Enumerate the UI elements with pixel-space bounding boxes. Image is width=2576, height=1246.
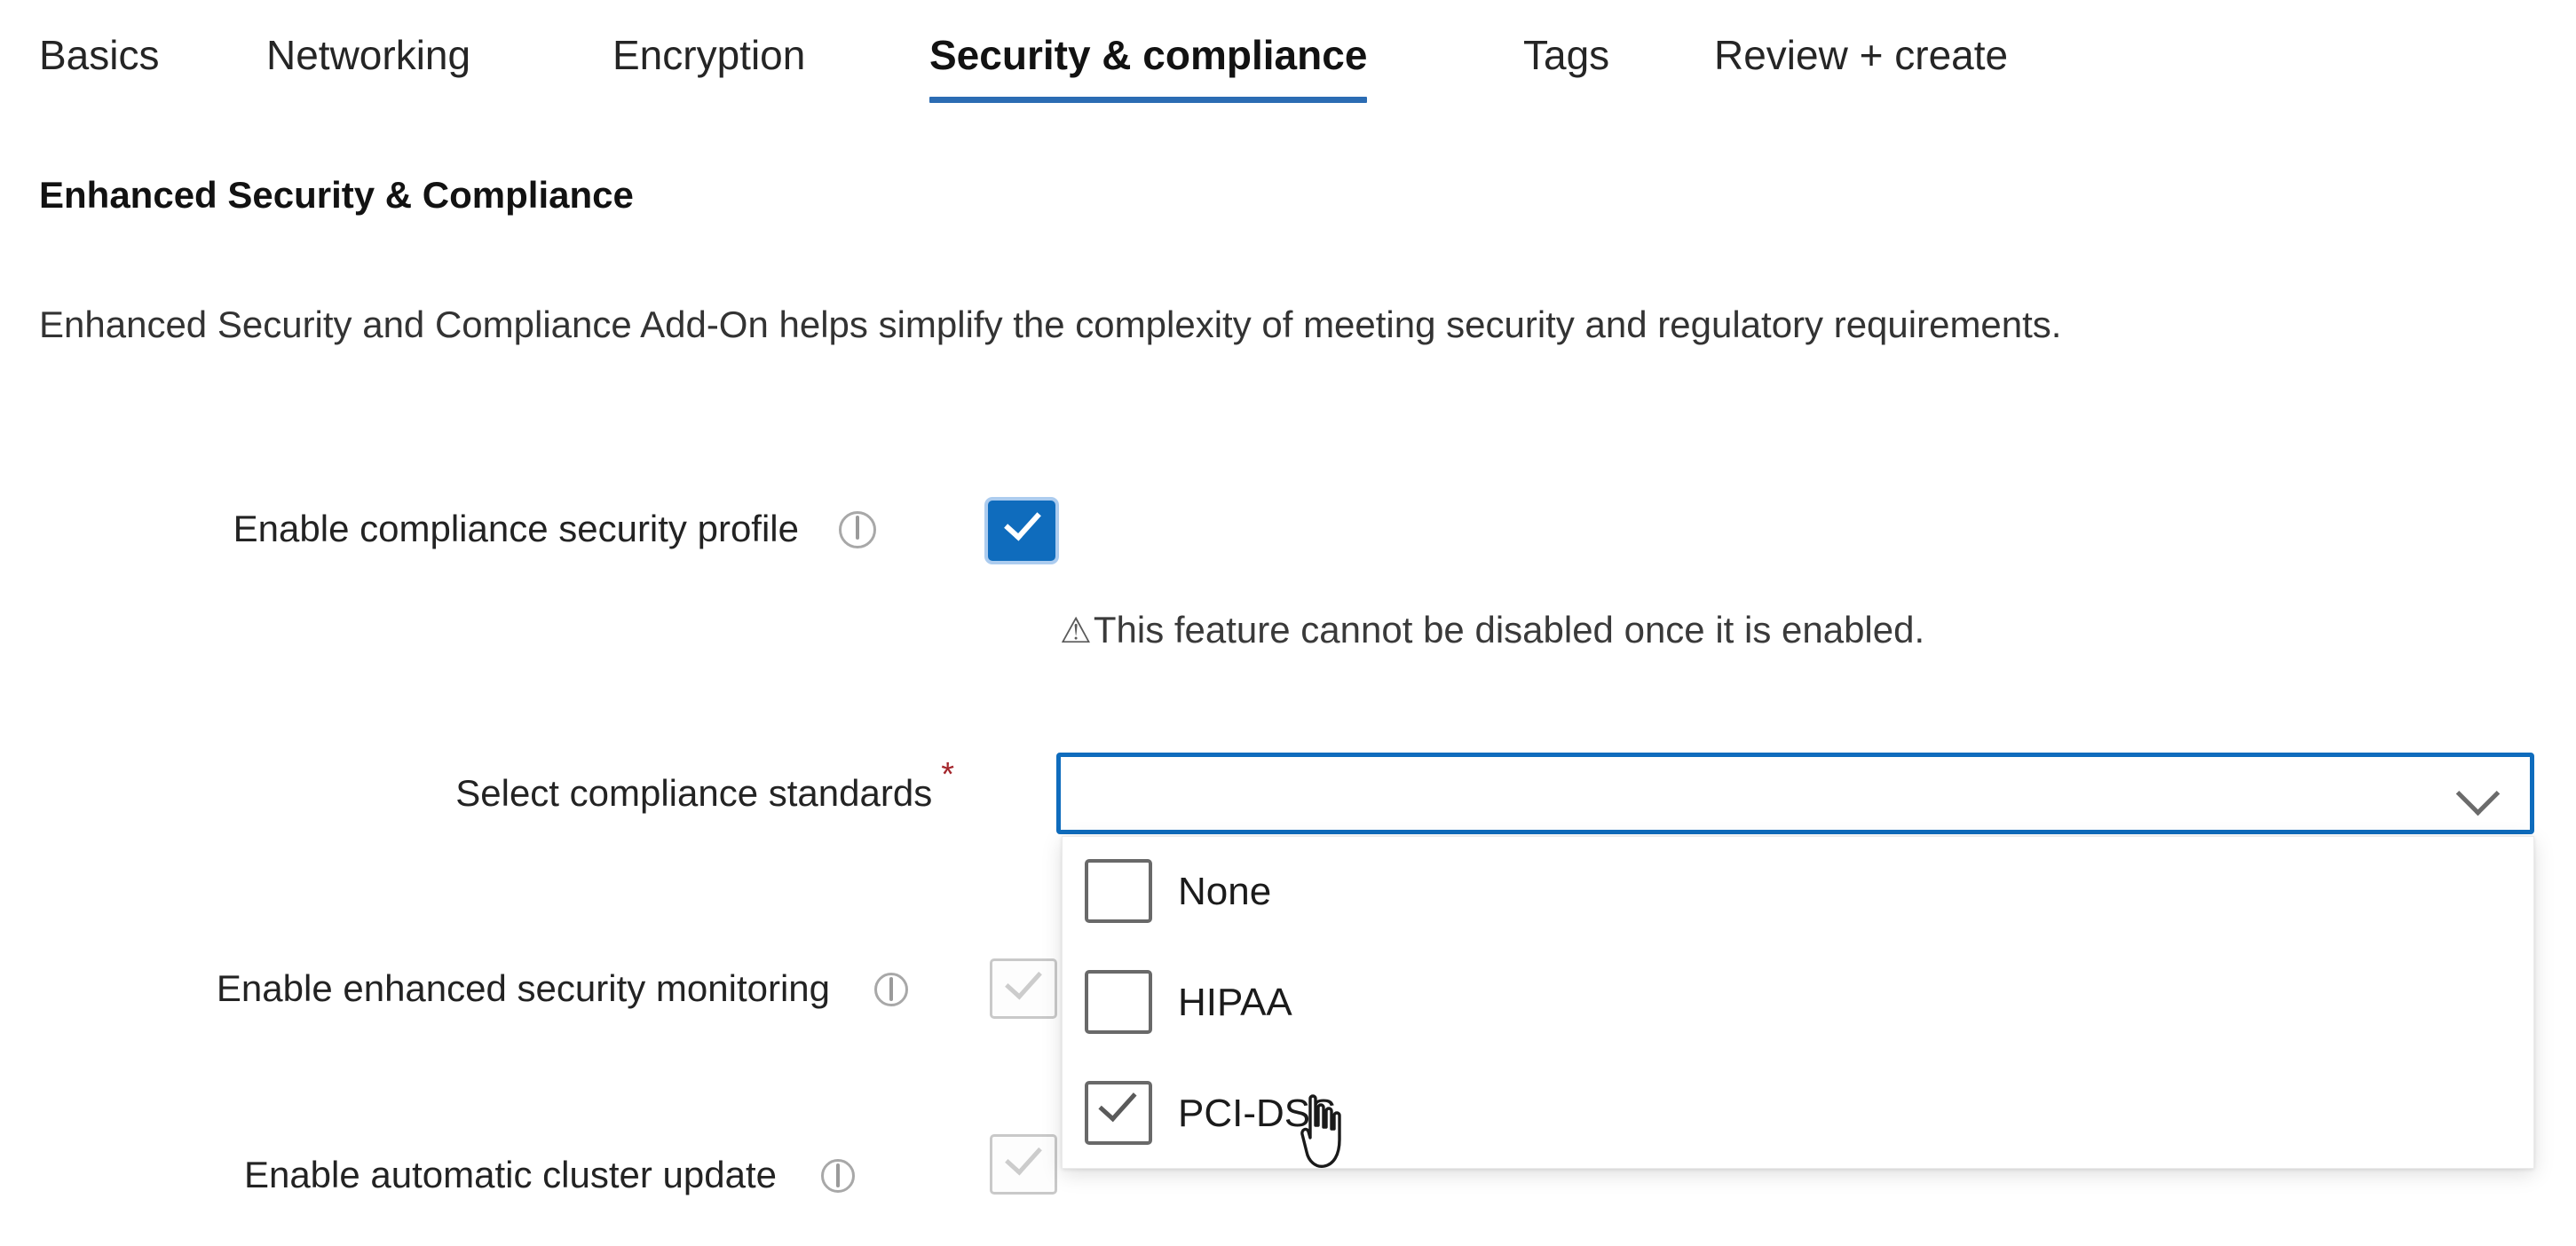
tab-label: Networking (266, 32, 471, 78)
section-description: Enhanced Security and Compliance Add-On … (39, 304, 2062, 345)
tab-encryption[interactable]: Encryption (612, 27, 805, 83)
required-asterisk: * (941, 756, 954, 793)
info-icon[interactable] (821, 1159, 855, 1193)
active-tab-underline (929, 97, 1368, 103)
tab-label: Encryption (612, 32, 806, 78)
label-text: Select compliance standards (455, 772, 933, 814)
compliance-standards-combobox[interactable] (1056, 753, 2534, 834)
field-row-compliance-security-profile: Enable compliance security profile (0, 488, 2576, 570)
checkmark-icon (1004, 502, 1041, 541)
checkbox-enable-enhanced-security-monitoring (990, 958, 1057, 1019)
checkbox-enable-compliance-security-profile[interactable] (988, 501, 1055, 561)
checkbox-option-pci-dss[interactable] (1085, 1081, 1152, 1145)
tab-label: Basics (39, 32, 160, 78)
dropdown-option-label: PCI-DSS (1178, 1092, 1337, 1135)
dropdown-option-label: None (1178, 870, 1272, 913)
dropdown-option-label: HIPAA (1178, 981, 1292, 1024)
tab-networking[interactable]: Networking (266, 27, 470, 83)
tab-review-create[interactable]: Review + create (1714, 27, 2008, 83)
info-icon[interactable] (874, 973, 908, 1006)
warning-triangle-icon: ⚠ (1060, 611, 1092, 651)
section-heading: Enhanced Security & Compliance (39, 174, 634, 216)
checkbox-option-hipaa[interactable] (1085, 970, 1152, 1034)
compliance-standards-dropdown-panel[interactable]: None HIPAA PCI-DSS (1062, 836, 2534, 1169)
label-select-compliance-standards: Select compliance standards * (0, 753, 954, 834)
wizard-tab-strip: Basics Networking Encryption Security & … (0, 0, 2576, 124)
tab-label: Security & compliance (929, 32, 1368, 78)
checkmark-icon (1005, 1137, 1042, 1176)
checkbox-enable-automatic-cluster-update (990, 1134, 1057, 1195)
checkbox-option-none[interactable] (1085, 859, 1152, 923)
chevron-down-icon[interactable] (2462, 778, 2493, 808)
label-enable-enhanced-security-monitoring: Enable enhanced security monitoring (216, 967, 830, 1009)
tab-tags[interactable]: Tags (1523, 27, 1609, 83)
tab-label: Review + create (1714, 32, 2009, 78)
checkmark-icon (1005, 961, 1042, 1000)
checkmark-icon (1098, 1082, 1137, 1123)
label-enable-automatic-cluster-update: Enable automatic cluster update (243, 1154, 777, 1195)
dropdown-option-pci-dss[interactable]: PCI-DSS (1063, 1059, 2533, 1168)
tab-basics[interactable]: Basics (39, 27, 159, 83)
tab-security-and-compliance[interactable]: Security & compliance (929, 27, 1368, 103)
dropdown-option-hipaa[interactable]: HIPAA (1063, 948, 2533, 1059)
warning-note-compliance-profile: ⚠This feature cannot be disabled once it… (1060, 603, 1924, 658)
label-compliance-security-profile: Enable compliance security profile (233, 508, 799, 549)
dropdown-option-none[interactable]: None (1063, 837, 2533, 948)
warning-text: This feature cannot be disabled once it … (1093, 609, 1925, 651)
info-icon[interactable] (839, 511, 876, 548)
tab-label: Tags (1523, 32, 1610, 78)
